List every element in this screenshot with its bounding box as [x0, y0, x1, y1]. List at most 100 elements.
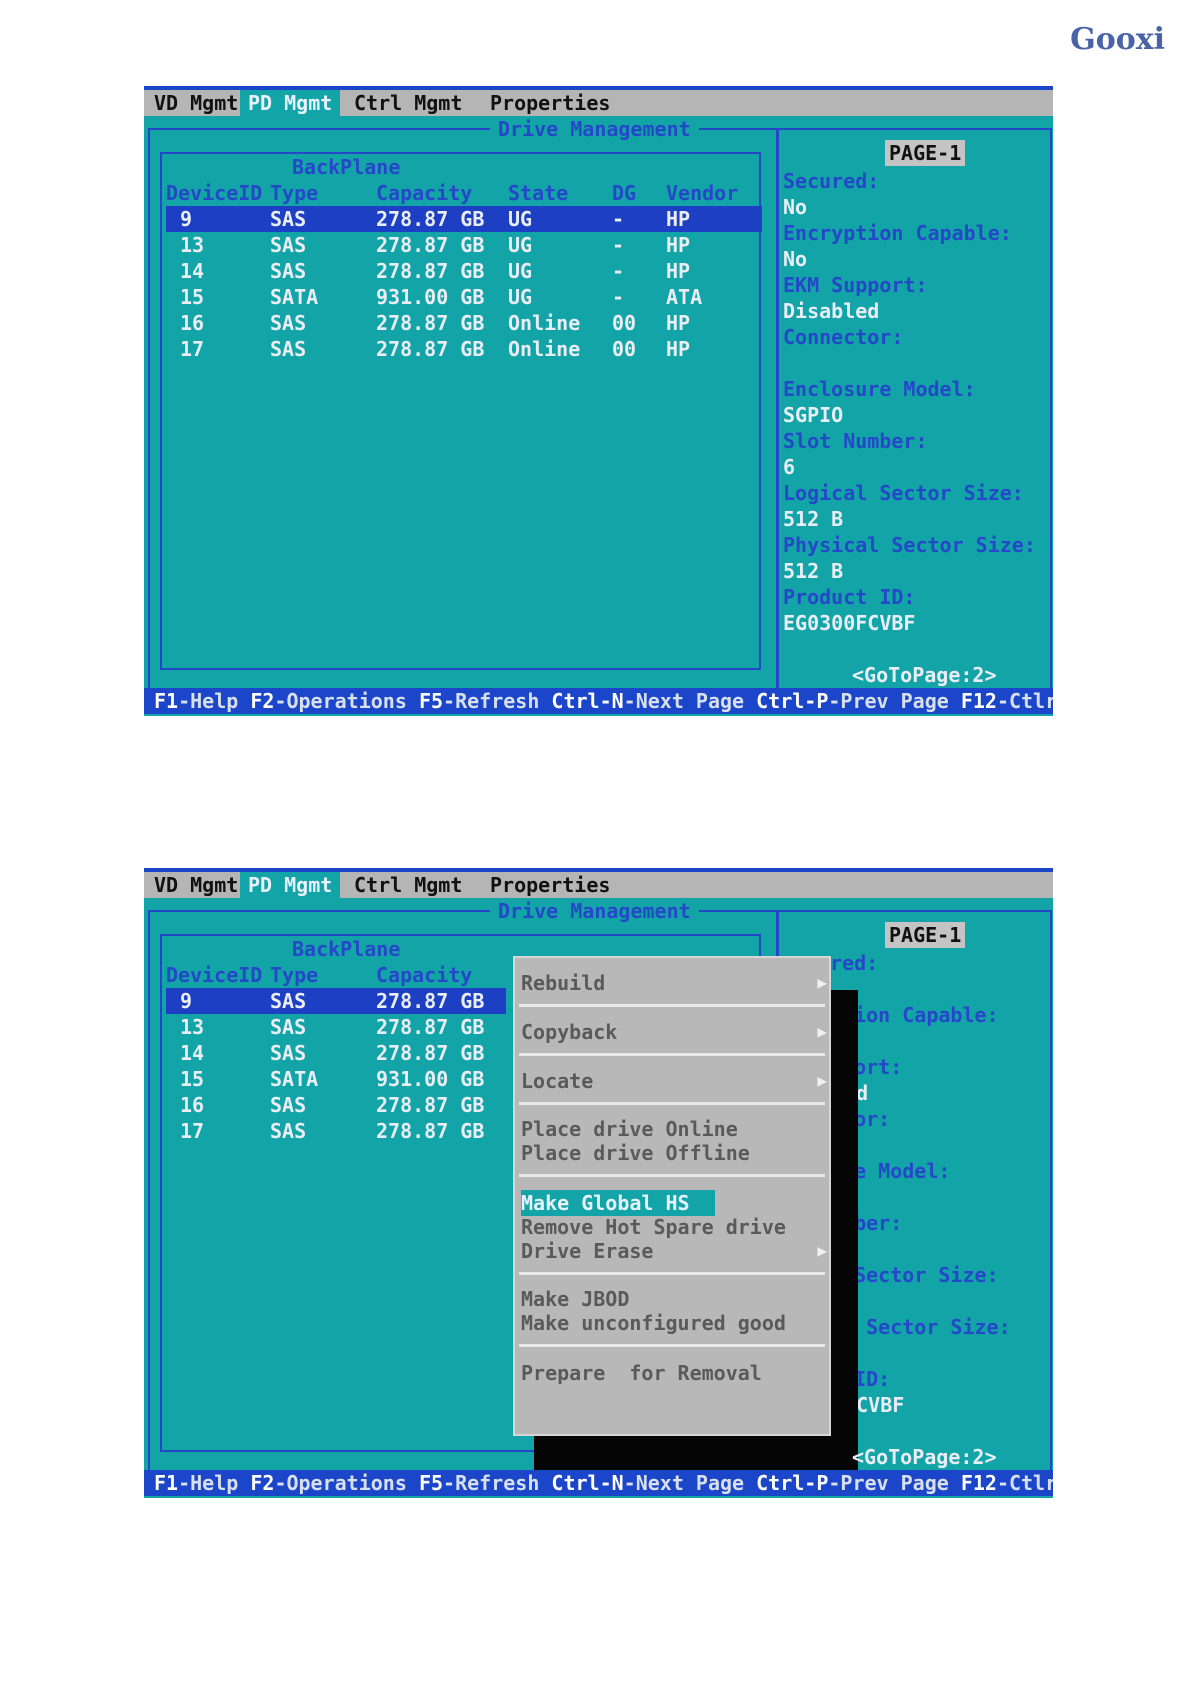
drive-state: Online	[508, 337, 581, 361]
prop-value: 6	[783, 455, 796, 479]
drive-vendor: HP	[666, 311, 691, 335]
drive-row[interactable]: 9 SAS 278.87 GB	[166, 988, 506, 1014]
tab-properties[interactable]: Properties	[490, 90, 610, 116]
key-hint: F5	[418, 1471, 444, 1495]
status-bar: F1-Help F2-Operations F5-Refresh Ctrl-N-…	[144, 688, 1053, 714]
tab-properties[interactable]: Properties	[490, 872, 610, 898]
tab-ctrl-mgmt[interactable]: Ctrl Mgmt	[354, 872, 462, 898]
prop-label: Connector:	[783, 325, 904, 349]
menu-item-place-online[interactable]: Place drive Online	[521, 1116, 821, 1142]
tab-vd-mgmt[interactable]: VD Mgmt	[154, 872, 238, 898]
menu-item-make-global-hs[interactable]: Make Global HS	[521, 1190, 715, 1216]
drive-row[interactable]: 15 SATA 931.00 GB UG - ATA	[166, 284, 762, 310]
col-state: State	[508, 181, 569, 205]
tab-ctrl-mgmt[interactable]: Ctrl Mgmt	[354, 90, 462, 116]
drive-type: SAS	[270, 311, 307, 335]
backplane-label: BackPlane	[292, 937, 401, 961]
menu-item-remove-hot-spare[interactable]: Remove Hot Spare drive	[521, 1214, 821, 1240]
drive-id: 9	[180, 989, 193, 1013]
drive-row[interactable]: 13 SAS 278.87 GB	[166, 1014, 506, 1040]
drive-capacity: 931.00 GB	[376, 1067, 485, 1091]
key-hint-text: -Next Page	[623, 689, 757, 713]
prop-value: 512 B	[783, 507, 844, 531]
drive-capacity: 278.87 GB	[376, 337, 485, 361]
key-hint-text: -Prev Page	[828, 689, 961, 713]
menu-separator	[519, 1102, 825, 1105]
menu-item-make-jbod[interactable]: Make JBOD	[521, 1286, 821, 1312]
key-hint: F2	[250, 689, 275, 713]
drive-type: SAS	[270, 337, 307, 361]
menu-separator	[519, 1272, 825, 1275]
goto-page-link[interactable]: <GoToPage:2>	[852, 662, 997, 688]
drive-dg: 00	[612, 311, 637, 335]
bios-screen-drive-operations: VD Mgmt PD Mgmt Ctrl Mgmt Properties Dri…	[144, 868, 1053, 1498]
drive-capacity: 278.87 GB	[376, 1041, 485, 1065]
drive-vendor: ATA	[666, 285, 703, 309]
drive-id: 17	[180, 337, 205, 361]
key-hint: F12	[960, 689, 997, 713]
tab-pd-mgmt[interactable]: PD Mgmt	[240, 872, 341, 898]
backplane-label: BackPlane	[292, 155, 401, 179]
drive-capacity: 278.87 GB	[376, 989, 485, 1013]
drive-row[interactable]: 16 SAS 278.87 GB Online 00 HP	[166, 310, 762, 336]
drive-state: Online	[508, 311, 581, 335]
drive-row[interactable]: 14 SAS 278.87 GB	[166, 1040, 506, 1066]
prop-label: Product ID:	[783, 585, 916, 609]
drive-row[interactable]: 15 SATA 931.00 GB	[166, 1066, 506, 1092]
goto-page-link[interactable]: <GoToPage:2>	[852, 1444, 997, 1470]
key-hint: F1	[154, 689, 179, 713]
tab-pd-mgmt[interactable]: PD Mgmt	[240, 90, 341, 116]
drive-state: UG	[508, 285, 533, 309]
drive-dg: -	[612, 233, 625, 257]
key-hint-text: -Prev Page	[828, 1471, 961, 1495]
key-hint: Ctrl-P	[756, 689, 829, 713]
key-hint-text: -Next Page	[623, 1471, 757, 1495]
drive-type: SATA	[270, 1067, 319, 1091]
menu-item-drive-erase[interactable]: Drive Erase	[521, 1238, 827, 1264]
drive-id: 13	[180, 233, 205, 257]
prop-value: No	[783, 195, 808, 219]
drive-type: SAS	[270, 1015, 307, 1039]
drive-id: 15	[180, 285, 205, 309]
page-indicator: PAGE-1	[885, 922, 966, 948]
prop-label: Enclosure Model:	[783, 377, 976, 401]
menu-item-rebuild[interactable]: Rebuild	[521, 970, 827, 996]
menu-item-make-unconfigured-good[interactable]: Make unconfigured good	[521, 1310, 821, 1336]
col-dg: DG	[612, 181, 637, 205]
drive-state: UG	[508, 207, 533, 231]
drive-vendor: HP	[666, 207, 691, 231]
drive-row[interactable]: 14 SAS 278.87 GB UG - HP	[166, 258, 762, 284]
drive-id: 14	[180, 259, 205, 283]
tab-bar: VD Mgmt PD Mgmt Ctrl Mgmt Properties	[144, 90, 1053, 116]
drive-capacity: 278.87 GB	[376, 1015, 485, 1039]
prop-label: Encryption Capable:	[783, 221, 1012, 245]
drive-id: 9	[180, 207, 193, 231]
drive-row[interactable]: 16 SAS 278.87 GB	[166, 1092, 506, 1118]
bios-screen-drive-management: VD Mgmt PD Mgmt Ctrl Mgmt Properties Dri…	[144, 86, 1053, 716]
status-bar: F1-Help F2-Operations F5-Refresh Ctrl-N-…	[144, 1470, 1053, 1496]
drive-row[interactable]: 17 SAS 278.87 GB	[166, 1118, 506, 1144]
menu-item-prepare-for-removal[interactable]: Prepare for Removal	[521, 1360, 821, 1386]
drive-capacity: 278.87 GB	[376, 1119, 485, 1143]
drive-state: UG	[508, 233, 533, 257]
tab-bar: VD Mgmt PD Mgmt Ctrl Mgmt Properties	[144, 872, 1053, 898]
drive-row[interactable]: 13 SAS 278.87 GB UG - HP	[166, 232, 762, 258]
key-hint: Ctrl-N	[551, 689, 624, 713]
brand-logo: Gooxi	[1070, 22, 1165, 57]
drive-row[interactable]: 17 SAS 278.87 GB Online 00 HP	[166, 336, 762, 362]
menu-item-place-offline[interactable]: Place drive Offline	[521, 1140, 821, 1166]
prop-label: Slot Number:	[783, 429, 928, 453]
frame-title: Drive Management	[490, 116, 699, 142]
drive-row[interactable]: 9 SAS 278.87 GB UG - HP	[166, 206, 762, 232]
tab-vd-mgmt[interactable]: VD Mgmt	[154, 90, 238, 116]
drive-dg: -	[612, 285, 625, 309]
col-vendor: Vendor	[666, 181, 739, 205]
key-hint-text: -Ctlr	[996, 689, 1053, 713]
drive-type: SAS	[270, 259, 307, 283]
drive-dg: -	[612, 207, 625, 231]
frame-title: Drive Management	[490, 898, 699, 924]
drive-id: 17	[180, 1119, 205, 1143]
prop-label: Physical Sector Size:	[783, 533, 1036, 557]
menu-item-copyback[interactable]: Copyback	[521, 1019, 827, 1045]
menu-item-locate[interactable]: Locate	[521, 1068, 827, 1094]
